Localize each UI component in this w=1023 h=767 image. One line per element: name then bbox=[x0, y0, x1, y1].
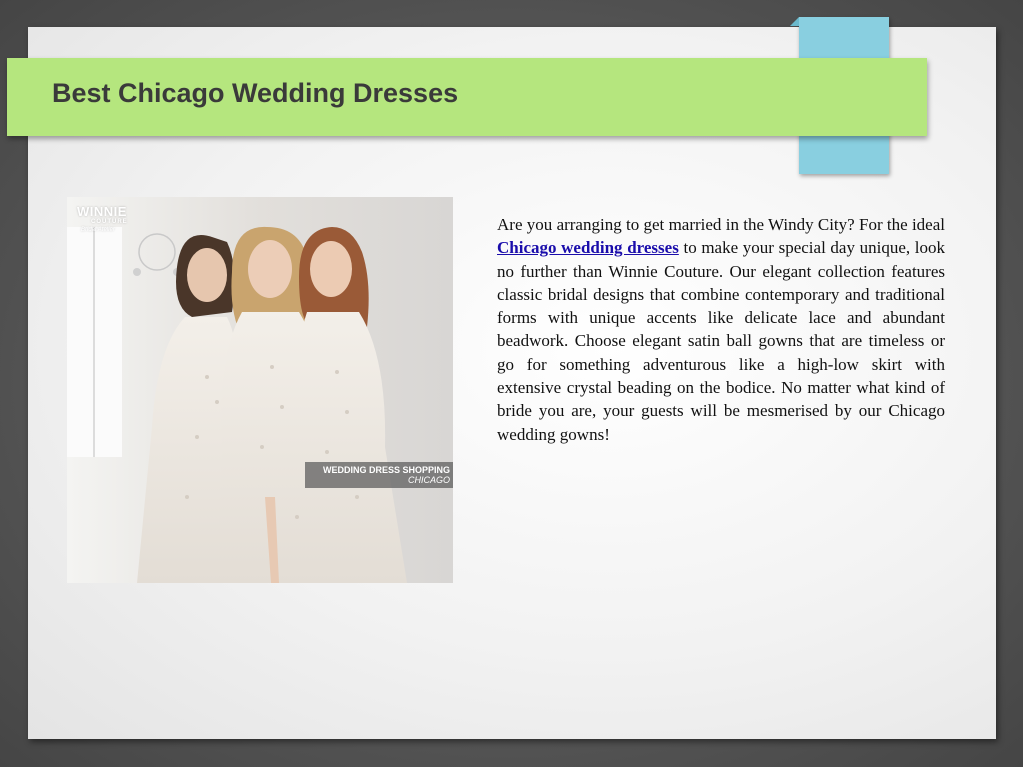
brand-name: WINNIE bbox=[77, 204, 127, 219]
caption-line-2: CHICAGO bbox=[407, 475, 450, 485]
chicago-wedding-dresses-link[interactable]: Chicago wedding dresses bbox=[497, 238, 679, 257]
slide-title: Best Chicago Wedding Dresses bbox=[52, 78, 459, 108]
image-caption-overlay: WEDDING DRESS SHOPPING CHICAGO bbox=[305, 462, 453, 488]
bridal-photo-illustration bbox=[67, 197, 453, 583]
paragraph-text-start: Are you arranging to get married in the … bbox=[497, 215, 945, 234]
brand-sub: COUTURE bbox=[91, 219, 128, 225]
paragraph-text-end: to make your special day unique, look no… bbox=[497, 238, 945, 444]
caption-line-1: WEDDING DRESS SHOPPING bbox=[322, 465, 450, 475]
bridal-photo: WINNIE COUTURE Bridal Atelier WEDDING DR… bbox=[67, 197, 453, 583]
body-paragraph: Are you arranging to get married in the … bbox=[497, 213, 945, 446]
title-band: Best Chicago Wedding Dresses bbox=[7, 58, 927, 136]
brand-tagline: Bridal Atelier bbox=[81, 227, 115, 233]
brand-logo: WINNIE COUTURE Bridal Atelier bbox=[77, 205, 128, 234]
